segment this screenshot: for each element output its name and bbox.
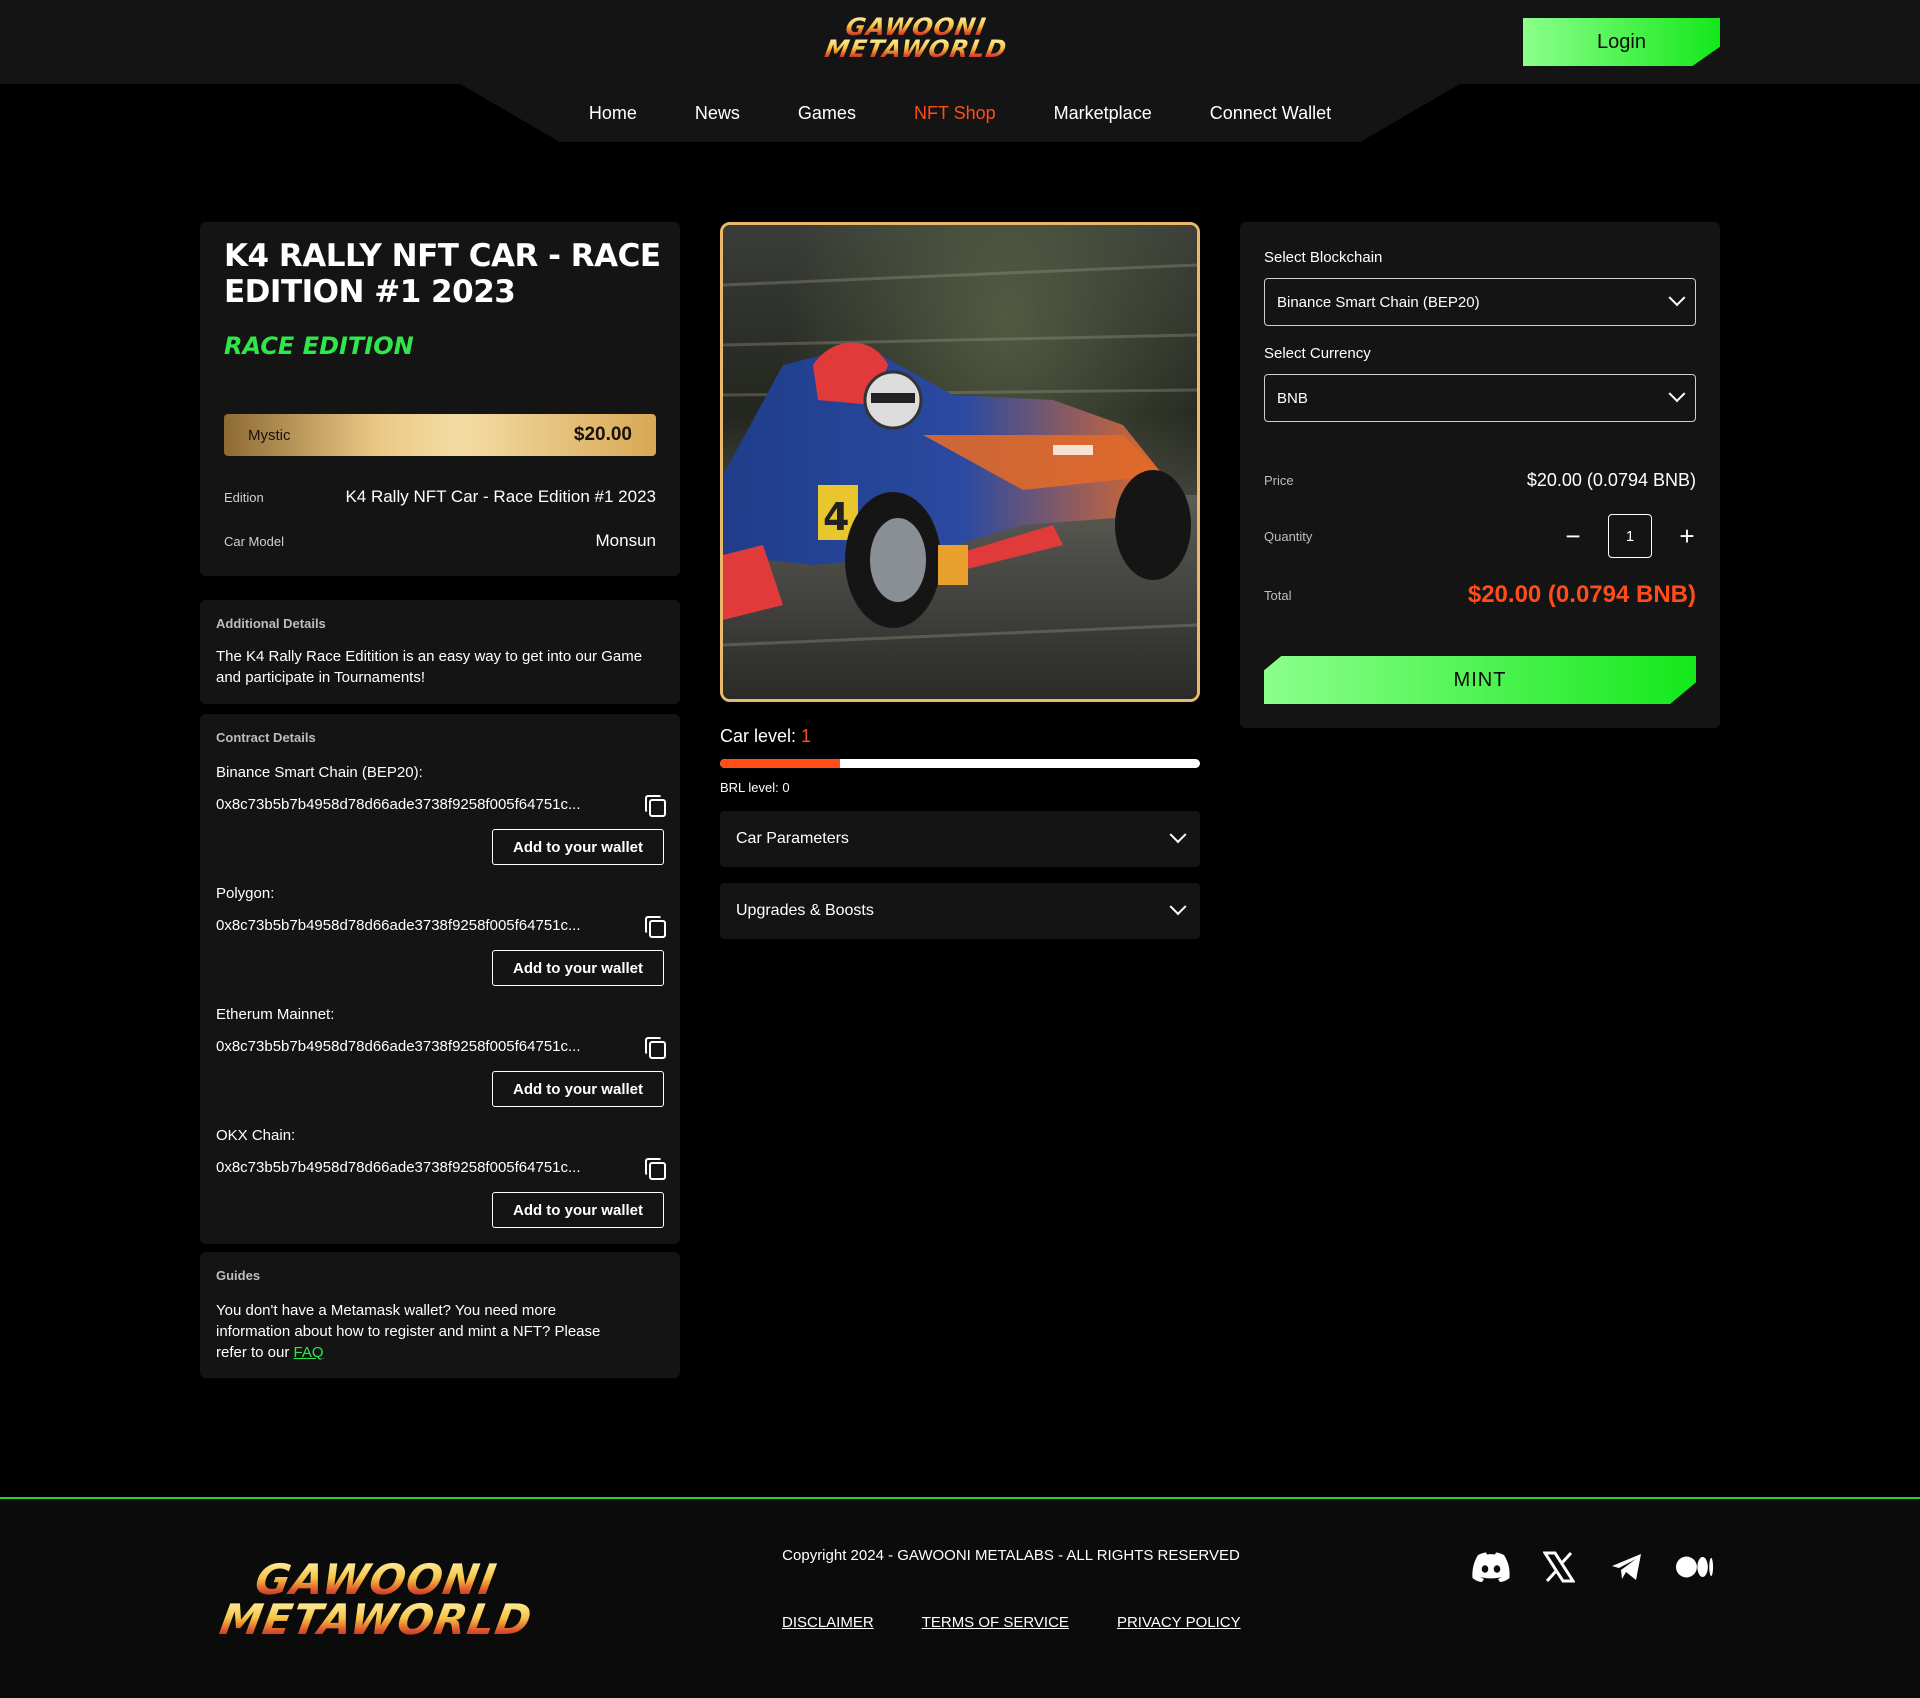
contract-address[interactable]: 0x8c73b5b7b4958d78d66ade3738f9258f005f64… — [216, 1038, 636, 1055]
footer-links: DISCLAIMER TERMS OF SERVICE PRIVACY POLI… — [782, 1614, 1241, 1631]
chevron-down-icon — [1668, 289, 1686, 307]
logo-line2: METAWORLD — [814, 35, 1018, 63]
contract-address[interactable]: 0x8c73b5b7b4958d78d66ade3738f9258f005f64… — [216, 796, 636, 813]
quantity-label: Quantity — [1264, 529, 1313, 544]
accordion-label: Upgrades & Boosts — [736, 902, 874, 919]
additional-details-text: The K4 Rally Race Editition is an easy w… — [216, 648, 643, 686]
privacy-link[interactable]: PRIVACY POLICY — [1117, 1614, 1241, 1631]
guides-text: You don't have a Metamask wallet? You ne… — [216, 1300, 616, 1363]
chain-name: OKX Chain: — [216, 1127, 296, 1144]
upgrades-boosts-accordion[interactable]: Upgrades & Boosts — [720, 883, 1200, 939]
faq-link[interactable]: FAQ — [294, 1344, 324, 1361]
add-to-wallet-button[interactable]: Add to your wallet — [492, 829, 664, 865]
contract-details-label: Contract Details — [216, 730, 316, 745]
telegram-icon[interactable] — [1608, 1548, 1646, 1586]
contract-details-card: Contract Details Binance Smart Chain (BE… — [200, 714, 680, 1244]
total-label: Total — [1264, 588, 1292, 603]
chevron-down-icon — [1169, 826, 1187, 844]
chain-name: Binance Smart Chain (BEP20): — [216, 764, 423, 781]
car-level-label: Car level: — [720, 726, 802, 746]
blockchain-label: Select Blockchain — [1264, 249, 1383, 266]
price-label: Price — [1264, 473, 1294, 488]
model-label: Car Model — [224, 533, 284, 549]
rarity-badge: Mystic $20.00 — [224, 414, 656, 456]
edition-row: Edition K4 Rally NFT Car - Race Edition … — [224, 487, 656, 507]
disclaimer-link[interactable]: DISCLAIMER — [782, 1614, 874, 1631]
rarity-price: $20.00 — [573, 424, 632, 445]
add-to-wallet-button[interactable]: Add to your wallet — [492, 950, 664, 986]
brl-level: BRL level: 0 — [720, 780, 790, 795]
nav-home[interactable]: Home — [560, 100, 666, 126]
car-level-progress — [720, 759, 1200, 768]
discord-icon[interactable] — [1472, 1548, 1510, 1586]
contract-address[interactable]: 0x8c73b5b7b4958d78d66ade3738f9258f005f64… — [216, 1159, 636, 1176]
add-to-wallet-button[interactable]: Add to your wallet — [492, 1071, 664, 1107]
race-car-illustration: 4 — [723, 263, 1197, 699]
nav-games[interactable]: Games — [769, 100, 885, 126]
contract-address-row: 0x8c73b5b7b4958d78d66ade3738f9258f005f64… — [216, 1157, 666, 1180]
copy-icon[interactable] — [644, 1036, 666, 1059]
price-value: $20.00 (0.0794 BNB) — [1526, 470, 1696, 490]
guides-label: Guides — [216, 1268, 261, 1283]
footer-logo[interactable]: GAWOONI METAWORLD — [208, 1555, 544, 1644]
chevron-down-icon — [1668, 385, 1686, 403]
chain-name: Polygon: — [216, 885, 275, 902]
social-links — [1472, 1548, 1714, 1586]
logo-line2: METAWORLD — [204, 1595, 547, 1644]
minus-icon[interactable]: − — [1562, 523, 1584, 549]
edition-label: Edition — [224, 489, 264, 505]
car-image: 4 — [720, 222, 1200, 702]
svg-text:4: 4 — [823, 495, 849, 539]
edition-value: K4 Rally NFT Car - Race Edition #1 2023 — [345, 487, 656, 506]
car-level-progress-fill — [720, 759, 840, 768]
guides-card: Guides You don't have a Metamask wallet?… — [200, 1252, 680, 1378]
car-level: Car level: 1 — [720, 726, 811, 747]
login-button[interactable]: Login — [1523, 18, 1720, 66]
car-level-value: 1 — [801, 726, 812, 746]
rarity-name: Mystic — [248, 426, 291, 444]
site-logo[interactable]: GAWOONI METAWORLD — [814, 13, 1018, 64]
additional-details-label: Additional Details — [216, 616, 326, 631]
product-title: K4 RALLY NFT CAR - RACE EDITION #1 2023 — [224, 238, 661, 310]
chain-name: Etherum Mainnet: — [216, 1006, 335, 1023]
nav-marketplace[interactable]: Marketplace — [1025, 100, 1181, 126]
edition-tag: RACE EDITION — [224, 332, 414, 360]
currency-label: Select Currency — [1264, 345, 1371, 362]
accordion-label: Car Parameters — [736, 830, 849, 847]
quantity-stepper: − 1 + — [1562, 514, 1698, 558]
terms-link[interactable]: TERMS OF SERVICE — [922, 1614, 1069, 1631]
contract-address-row: 0x8c73b5b7b4958d78d66ade3738f9258f005f64… — [216, 1036, 666, 1059]
copy-icon[interactable] — [644, 1157, 666, 1180]
guides-body: You don't have a Metamask wallet? You ne… — [216, 1302, 601, 1361]
contract-address-row: 0x8c73b5b7b4958d78d66ade3738f9258f005f64… — [216, 794, 666, 817]
model-value: Monsun — [595, 531, 656, 550]
contract-address-row: 0x8c73b5b7b4958d78d66ade3738f9258f005f64… — [216, 915, 666, 938]
total-value: $20.00 (0.0794 BNB) — [1467, 581, 1696, 608]
x-icon[interactable] — [1540, 1548, 1578, 1586]
contract-address[interactable]: 0x8c73b5b7b4958d78d66ade3738f9258f005f64… — [216, 917, 636, 934]
currency-select[interactable]: BNB — [1264, 374, 1696, 422]
nav-nft-shop[interactable]: NFT Shop — [885, 100, 1025, 126]
logo-line1: GAWOONI — [204, 1555, 547, 1604]
copy-icon[interactable] — [644, 915, 666, 938]
add-to-wallet-button[interactable]: Add to your wallet — [492, 1192, 664, 1228]
medium-icon[interactable] — [1676, 1548, 1714, 1586]
currency-value: BNB — [1277, 389, 1308, 407]
chevron-down-icon — [1169, 898, 1187, 916]
quantity-value[interactable]: 1 — [1608, 514, 1652, 558]
blockchain-select[interactable]: Binance Smart Chain (BEP20) — [1264, 278, 1696, 326]
nav-connect-wallet[interactable]: Connect Wallet — [1181, 100, 1360, 126]
plus-icon[interactable]: + — [1676, 523, 1698, 549]
additional-details-card: Additional Details The K4 Rally Race Edi… — [200, 600, 680, 704]
blockchain-value: Binance Smart Chain (BEP20) — [1277, 293, 1480, 311]
nav-news[interactable]: News — [666, 100, 769, 126]
main-nav: Home News Games NFT Shop Marketplace Con… — [0, 100, 1920, 126]
model-row: Car Model Monsun — [224, 531, 656, 551]
copy-icon[interactable] — [644, 794, 666, 817]
mint-button[interactable]: MINT — [1264, 656, 1696, 704]
car-parameters-accordion[interactable]: Car Parameters — [720, 811, 1200, 867]
